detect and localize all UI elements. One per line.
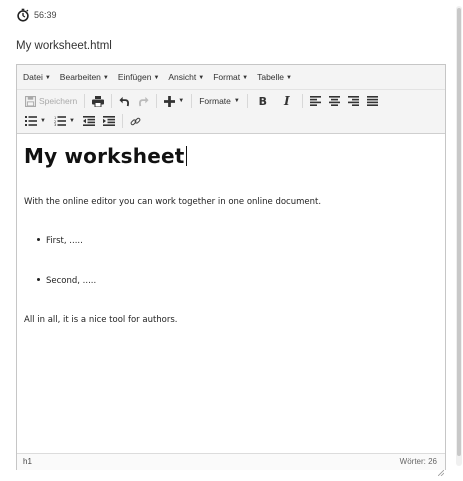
insert-dropdown-button[interactable]: ▼ (160, 92, 188, 110)
redo-button[interactable] (134, 92, 153, 110)
paragraph-2[interactable]: All in all, it is a nice tool for author… (24, 315, 178, 325)
align-justify-icon (366, 96, 378, 106)
editor-toolbar-area: Datei ▼ Bearbeiten ▼ Einfügen ▼ Ansicht ▼ Fo… (17, 65, 445, 134)
toolbar-separator (246, 94, 248, 108)
indent-button[interactable] (99, 112, 119, 130)
resize-handle-icon[interactable] (437, 463, 445, 477)
menu-datei[interactable]: Datei ▼ (23, 72, 51, 82)
list-item[interactable]: Second, ..... (37, 276, 96, 286)
plus-icon (164, 95, 176, 107)
align-left-button[interactable] (306, 92, 325, 110)
word-count: Wörter: 26 (399, 457, 437, 466)
text-cursor (185, 146, 187, 166)
formats-label: Formate (199, 96, 231, 106)
page-scrollbar-thumb[interactable] (457, 8, 461, 456)
toolbar-separator (191, 94, 193, 108)
caret-down-icon: ▼ (178, 98, 185, 104)
editor-statusbar: h1 Wörter: 26 (17, 453, 445, 477)
indent-icon (102, 116, 115, 126)
link-icon (130, 116, 141, 127)
undo-icon (119, 96, 130, 107)
list-item[interactable]: First, ..... (37, 236, 83, 246)
redo-icon (138, 96, 149, 107)
stopwatch-icon (16, 8, 30, 22)
menu-format[interactable]: Format ▼ (213, 72, 248, 82)
save-button[interactable]: Speichern (21, 92, 81, 110)
toolbar-separator (84, 94, 86, 108)
align-center-icon (328, 96, 340, 106)
align-justify-button[interactable] (363, 92, 382, 110)
bullet-list-icon (25, 116, 37, 126)
caret-down-icon: ▼ (44, 75, 51, 81)
svg-text:3: 3 (54, 123, 56, 126)
caret-down-icon: ▼ (40, 118, 46, 124)
numbered-list-icon: 123 (54, 116, 66, 126)
formats-dropdown[interactable]: Formate ▼ (195, 92, 244, 110)
menubar-divider (17, 89, 445, 90)
toolbar-row-1: Speichern ▼ Formate ▼ B I (21, 91, 382, 111)
floppy-disk-icon (25, 95, 36, 107)
align-right-button[interactable] (344, 92, 363, 110)
caret-down-icon: ▼ (286, 75, 292, 81)
menu-ansicht[interactable]: Ansicht ▼ (168, 72, 204, 82)
bullet-icon (37, 278, 40, 281)
bullet-icon (37, 238, 40, 241)
timer-value: 56:39 (34, 10, 57, 20)
menu-einfuegen[interactable]: Einfügen ▼ (118, 72, 160, 82)
numbered-list-button[interactable]: 123 ▼ (50, 112, 79, 130)
timer: 56:39 (16, 7, 57, 23)
menu-tabelle[interactable]: Tabelle ▼ (257, 72, 292, 82)
caret-down-icon: ▼ (68, 118, 75, 124)
toolbar-separator (156, 94, 158, 108)
caret-down-icon: ▼ (153, 75, 160, 81)
italic-button[interactable]: I (275, 92, 299, 110)
align-center-button[interactable] (325, 92, 344, 110)
bold-button[interactable]: B (251, 92, 275, 110)
outdent-icon (82, 116, 95, 126)
caret-down-icon: ▼ (233, 98, 240, 104)
toolbar-row-2: ▼ 123 ▼ (21, 111, 145, 131)
outdent-button[interactable] (79, 112, 99, 130)
undo-button[interactable] (115, 92, 134, 110)
bold-icon: B (258, 94, 268, 108)
align-right-icon (347, 96, 359, 106)
menubar: Datei ▼ Bearbeiten ▼ Einfügen ▼ Ansicht ▼ Fo… (23, 69, 292, 85)
element-path[interactable]: h1 (23, 457, 32, 466)
toolbar-separator (121, 114, 123, 128)
toolbar-separator (111, 94, 113, 108)
save-button-label: Speichern (39, 96, 78, 106)
paragraph-1[interactable]: With the online editor you can work toge… (24, 197, 321, 207)
print-button[interactable] (88, 92, 108, 110)
align-left-icon (309, 96, 321, 106)
italic-icon: I (284, 94, 290, 108)
caret-down-icon: ▼ (198, 75, 205, 81)
toolbar-separator (301, 94, 303, 108)
print-icon (92, 95, 105, 107)
rich-text-editor: Datei ▼ Bearbeiten ▼ Einfügen ▼ Ansicht ▼ Fo… (16, 64, 446, 477)
caret-down-icon: ▼ (102, 75, 109, 81)
menu-bearbeiten[interactable]: Bearbeiten ▼ (60, 72, 109, 82)
document-heading[interactable]: My worksheet (24, 144, 187, 168)
bullet-list-button[interactable]: ▼ (21, 112, 50, 130)
insert-link-button[interactable] (126, 112, 145, 130)
caret-down-icon: ▼ (242, 75, 249, 81)
document-filename: My worksheet.html (16, 40, 112, 52)
editor-content[interactable]: My worksheet With the online editor you … (17, 134, 445, 450)
